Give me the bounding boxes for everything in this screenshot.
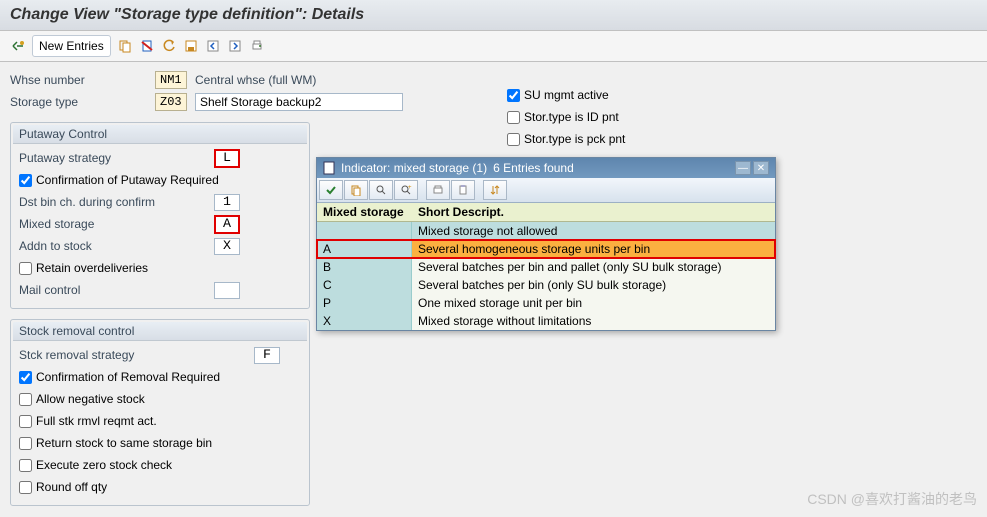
stor-id-checkbox[interactable] bbox=[507, 111, 520, 124]
popup-col1-header: Mixed storage bbox=[317, 203, 412, 221]
retain-label: Retain overdeliveries bbox=[36, 261, 148, 275]
addn-stock-label: Addn to stock bbox=[19, 239, 214, 253]
storage-type-value: Z03 bbox=[155, 93, 187, 111]
putaway-group: Putaway Control Putaway strategy Confirm… bbox=[10, 122, 310, 309]
storage-type-desc-input[interactable] bbox=[195, 93, 403, 111]
whse-number-label: Whse number bbox=[10, 73, 155, 87]
storage-type-label: Storage type bbox=[10, 95, 155, 109]
popup-print-icon[interactable] bbox=[426, 180, 450, 200]
undo-icon[interactable] bbox=[161, 38, 177, 54]
popup-row-p[interactable]: P One mixed storage unit per bin bbox=[317, 294, 775, 312]
addn-stock-input[interactable] bbox=[214, 238, 240, 255]
full-rmvl-label: Full stk rmvl reqmt act. bbox=[36, 414, 157, 428]
popup-title-text: Indicator: mixed storage (1) bbox=[341, 161, 487, 175]
popup-row-x[interactable]: X Mixed storage without limitations bbox=[317, 312, 775, 330]
print-icon[interactable] bbox=[249, 38, 265, 54]
delete-icon[interactable] bbox=[139, 38, 155, 54]
mixed-storage-input[interactable] bbox=[214, 215, 240, 234]
popup-row-a[interactable]: A Several homogeneous storage units per … bbox=[317, 240, 775, 258]
popup-toolbar: + bbox=[317, 178, 775, 203]
putaway-title: Putaway Control bbox=[13, 125, 307, 144]
popup-row-c[interactable]: C Several batches per bin (only SU bulk … bbox=[317, 276, 775, 294]
copy-icon[interactable] bbox=[117, 38, 133, 54]
removal-title: Stock removal control bbox=[13, 322, 307, 341]
whse-number-value: NM1 bbox=[155, 71, 187, 89]
zero-check-label: Execute zero stock check bbox=[36, 458, 172, 472]
round-qty-checkbox[interactable] bbox=[19, 481, 32, 494]
next-icon[interactable] bbox=[227, 38, 243, 54]
whse-desc: Central whse (full WM) bbox=[195, 73, 316, 87]
popup-header-row: Mixed storage Short Descript. bbox=[317, 203, 775, 222]
su-mgmt-label: SU mgmt active bbox=[524, 88, 609, 102]
dst-bin-label: Dst bin ch. during confirm bbox=[19, 195, 214, 209]
popup-clipboard-icon[interactable] bbox=[451, 180, 475, 200]
mail-control-input[interactable] bbox=[214, 282, 240, 299]
popup-col2-header: Short Descript. bbox=[412, 203, 775, 221]
popup-sort-icon[interactable] bbox=[483, 180, 507, 200]
stor-pck-label: Stor.type is pck pnt bbox=[524, 132, 625, 146]
popup-close-icon[interactable]: ✕ bbox=[753, 161, 769, 175]
putaway-strategy-label: Putaway strategy bbox=[19, 151, 214, 165]
stor-id-label: Stor.type is ID pnt bbox=[524, 110, 619, 124]
new-entries-button[interactable]: New Entries bbox=[32, 35, 111, 57]
popup-copy-icon[interactable] bbox=[344, 180, 368, 200]
full-rmvl-checkbox[interactable] bbox=[19, 415, 32, 428]
popup-minimize-icon[interactable]: — bbox=[735, 161, 751, 175]
stor-pck-checkbox[interactable] bbox=[507, 133, 520, 146]
popup-find-icon[interactable] bbox=[369, 180, 393, 200]
retain-checkbox[interactable] bbox=[19, 262, 32, 275]
title-bar: Change View "Storage type definition": D… bbox=[0, 0, 987, 31]
prev-icon[interactable] bbox=[205, 38, 221, 54]
dst-bin-input[interactable] bbox=[214, 194, 240, 211]
watermark: CSDN @喜欢打酱油的老鸟 bbox=[807, 489, 977, 509]
popup-entries-text: 6 Entries found bbox=[493, 161, 574, 175]
value-help-popup: Indicator: mixed storage (1) 6 Entries f… bbox=[316, 157, 776, 331]
removal-group: Stock removal control Stck removal strat… bbox=[10, 319, 310, 506]
return-stock-label: Return stock to same storage bin bbox=[36, 436, 212, 450]
page-title: Change View "Storage type definition": D… bbox=[10, 6, 977, 24]
toggle-icon[interactable] bbox=[10, 38, 26, 54]
round-qty-label: Round off qty bbox=[36, 480, 107, 494]
popup-doc-icon bbox=[323, 161, 335, 175]
neg-stock-label: Allow negative stock bbox=[36, 392, 145, 406]
popup-row-b[interactable]: B Several batches per bin and pallet (on… bbox=[317, 258, 775, 276]
save-icon[interactable] bbox=[183, 38, 199, 54]
popup-accept-icon[interactable] bbox=[319, 180, 343, 200]
neg-stock-checkbox[interactable] bbox=[19, 393, 32, 406]
mixed-storage-label: Mixed storage bbox=[19, 217, 214, 231]
svg-text:+: + bbox=[408, 185, 412, 191]
popup-titlebar: Indicator: mixed storage (1) 6 Entries f… bbox=[317, 158, 775, 178]
mail-control-label: Mail control bbox=[19, 283, 214, 297]
popup-find-next-icon[interactable]: + bbox=[394, 180, 418, 200]
putaway-strategy-input[interactable] bbox=[214, 149, 240, 168]
stck-removal-input[interactable] bbox=[254, 347, 280, 364]
popup-row-blank[interactable]: Mixed storage not allowed bbox=[317, 222, 775, 240]
zero-check-checkbox[interactable] bbox=[19, 459, 32, 472]
su-mgmt-checkbox[interactable] bbox=[507, 89, 520, 102]
putaway-confirm-checkbox[interactable] bbox=[19, 174, 32, 187]
right-checkboxes: SU mgmt active Stor.type is ID pnt Stor.… bbox=[507, 85, 625, 151]
removal-confirm-label: Confirmation of Removal Required bbox=[36, 370, 220, 384]
removal-confirm-checkbox[interactable] bbox=[19, 371, 32, 384]
putaway-confirm-label: Confirmation of Putaway Required bbox=[36, 173, 219, 187]
stck-removal-label: Stck removal strategy bbox=[19, 348, 254, 362]
main-toolbar: New Entries bbox=[0, 31, 987, 62]
return-stock-checkbox[interactable] bbox=[19, 437, 32, 450]
